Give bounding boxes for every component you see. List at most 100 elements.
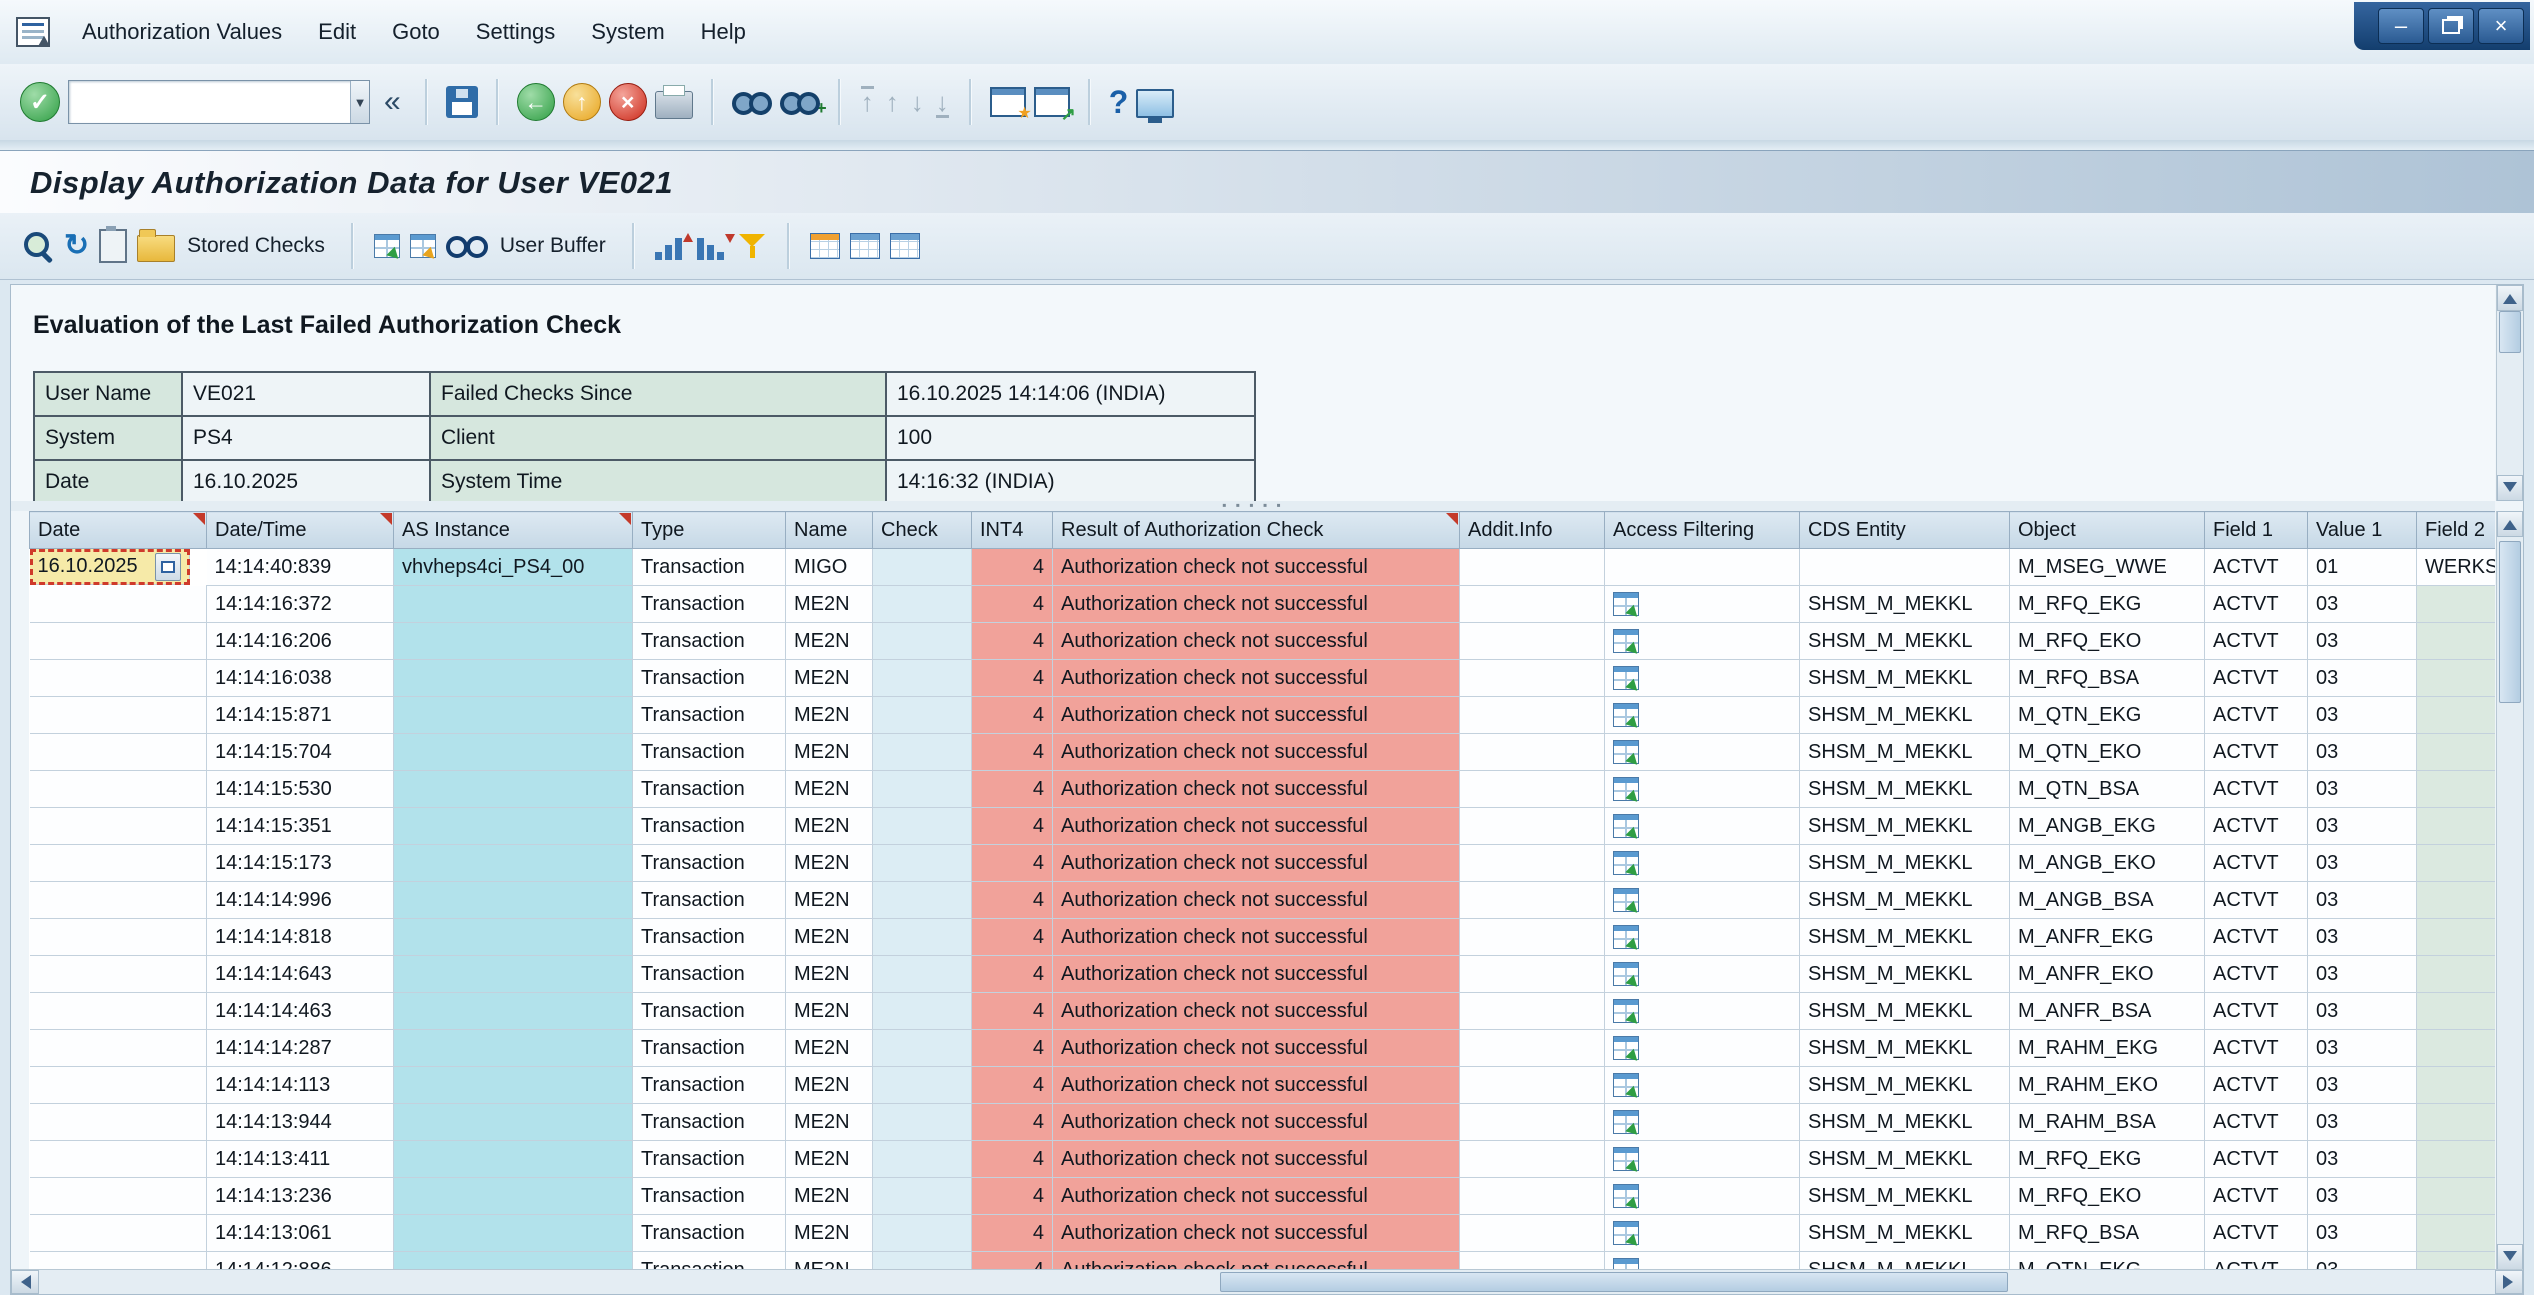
cell-addit[interactable] (1460, 734, 1605, 771)
cell-cds[interactable]: SHSM_M_MEKKL (1800, 734, 2010, 771)
grid-row[interactable]: 14:14:13:061TransactionME2N4Authorizatio… (30, 1215, 2496, 1252)
cell-type[interactable]: Transaction (633, 845, 786, 882)
choose-detail-icon[interactable] (22, 230, 54, 262)
cell-time[interactable]: 14:14:15:351 (207, 808, 394, 845)
cell-result[interactable]: Authorization check not successful (1053, 845, 1460, 882)
minimize-button[interactable]: – (2378, 8, 2424, 44)
cell-check[interactable] (873, 1141, 972, 1178)
cell-access[interactable] (1605, 1252, 1800, 1271)
cell-type[interactable]: Transaction (633, 623, 786, 660)
cell-addit[interactable] (1460, 919, 1605, 956)
cell-value1[interactable]: 03 (2308, 771, 2417, 808)
cell-type[interactable]: Transaction (633, 586, 786, 623)
cell-addit[interactable] (1460, 1141, 1605, 1178)
access-filtering-icon[interactable] (1613, 925, 1639, 949)
cell-field1[interactable]: ACTVT (2205, 660, 2308, 697)
access-filtering-icon[interactable] (1613, 851, 1639, 875)
menu-item-edit[interactable]: Edit (300, 11, 374, 53)
grid-row[interactable]: 14:14:13:411TransactionME2N4Authorizatio… (30, 1141, 2496, 1178)
cell-field1[interactable]: ACTVT (2205, 956, 2308, 993)
cell-field1[interactable]: ACTVT (2205, 586, 2308, 623)
cell-name[interactable]: ME2N (786, 734, 873, 771)
cell-object[interactable]: M_ANFR_EKG (2010, 919, 2205, 956)
access-filtering-icon[interactable] (1613, 703, 1639, 727)
cell-cds[interactable]: SHSM_M_MEKKL (1800, 771, 2010, 808)
cell-instance[interactable] (394, 771, 633, 808)
cell-value1[interactable]: 03 (2308, 956, 2417, 993)
user-buffer-icon[interactable] (446, 234, 488, 258)
cell-name[interactable]: ME2N (786, 771, 873, 808)
column-header-time[interactable]: Date/Time (207, 512, 394, 549)
cell-access[interactable] (1605, 660, 1800, 697)
cell-int4[interactable]: 4 (972, 734, 1053, 771)
access-filtering-icon[interactable] (1613, 1184, 1639, 1208)
grid-row[interactable]: 14:14:14:463TransactionME2N4Authorizatio… (30, 993, 2496, 1030)
cell-field1[interactable]: ACTVT (2205, 549, 2308, 586)
cell-access[interactable] (1605, 697, 1800, 734)
cell-addit[interactable] (1460, 586, 1605, 623)
cell-access[interactable] (1605, 771, 1800, 808)
cell-detail-button[interactable] (155, 553, 181, 581)
cell-addit[interactable] (1460, 697, 1605, 734)
cell-cds[interactable]: SHSM_M_MEKKL (1800, 1252, 2010, 1271)
cell-check[interactable] (873, 1104, 972, 1141)
copy-icon[interactable] (99, 229, 127, 263)
cell-result[interactable]: Authorization check not successful (1053, 1067, 1460, 1104)
transfer-icon[interactable] (410, 234, 436, 258)
help-icon[interactable]: ? (1109, 84, 1129, 121)
cell-addit[interactable] (1460, 956, 1605, 993)
cell-field1[interactable]: ACTVT (2205, 919, 2308, 956)
cell-field1[interactable]: ACTVT (2205, 993, 2308, 1030)
cell-check[interactable] (873, 808, 972, 845)
cell-field2[interactable] (2417, 623, 2496, 660)
cell-name[interactable]: ME2N (786, 919, 873, 956)
access-filtering-icon[interactable] (1613, 592, 1639, 616)
collapse-toolbar-icon[interactable]: « (378, 85, 407, 119)
cell-cds[interactable]: SHSM_M_MEKKL (1800, 1178, 2010, 1215)
restore-button[interactable] (2428, 8, 2474, 44)
column-header-instance[interactable]: AS Instance (394, 512, 633, 549)
grid-row[interactable]: 14:14:15:871TransactionME2N4Authorizatio… (30, 697, 2496, 734)
cell-result[interactable]: Authorization check not successful (1053, 1215, 1460, 1252)
cell-addit[interactable] (1460, 623, 1605, 660)
cell-object[interactable]: M_QTN_EKG (2010, 1252, 2205, 1271)
scroll-left-icon[interactable] (11, 1270, 39, 1294)
grid-row[interactable]: 14:14:12:886TransactionME2N4Authorizatio… (30, 1252, 2496, 1271)
cell-value1[interactable]: 03 (2308, 845, 2417, 882)
grid-row[interactable]: 14:14:14:996TransactionME2N4Authorizatio… (30, 882, 2496, 919)
cell-object[interactable]: M_RFQ_EKG (2010, 1141, 2205, 1178)
scroll-down-icon[interactable] (2497, 1244, 2523, 1270)
cell-access[interactable] (1605, 623, 1800, 660)
cell-addit[interactable] (1460, 1030, 1605, 1067)
cell-addit[interactable] (1460, 808, 1605, 845)
cell-name[interactable]: ME2N (786, 697, 873, 734)
cell-int4[interactable]: 4 (972, 845, 1053, 882)
print-icon[interactable] (655, 91, 693, 119)
cell-result[interactable]: Authorization check not successful (1053, 808, 1460, 845)
cell-time[interactable]: 14:14:14:463 (207, 993, 394, 1030)
cell-cds[interactable]: SHSM_M_MEKKL (1800, 623, 2010, 660)
cell-check[interactable] (873, 882, 972, 919)
cell-addit[interactable] (1460, 660, 1605, 697)
cell-type[interactable]: Transaction (633, 549, 786, 586)
cell-access[interactable] (1605, 1104, 1800, 1141)
export-icon[interactable] (374, 234, 400, 258)
cell-time[interactable]: 14:14:13:236 (207, 1178, 394, 1215)
cell-check[interactable] (873, 1178, 972, 1215)
cell-time[interactable]: 14:14:13:944 (207, 1104, 394, 1141)
grid-row[interactable]: 14:14:13:236TransactionME2N4Authorizatio… (30, 1178, 2496, 1215)
cell-object[interactable]: M_QTN_BSA (2010, 771, 2205, 808)
cell-int4[interactable]: 4 (972, 1067, 1053, 1104)
cell-type[interactable]: Transaction (633, 1141, 786, 1178)
cell-value1[interactable]: 03 (2308, 734, 2417, 771)
cell-value1[interactable]: 03 (2308, 660, 2417, 697)
cell-result[interactable]: Authorization check not successful (1053, 1178, 1460, 1215)
grid-row[interactable]: 16.10.202514:14:40:839vhvheps4ci_PS4_00T… (30, 549, 2496, 586)
access-filtering-icon[interactable] (1613, 777, 1639, 801)
cell-int4[interactable]: 4 (972, 919, 1053, 956)
cell-check[interactable] (873, 919, 972, 956)
find-icon[interactable] (732, 89, 772, 115)
grid-row[interactable]: 14:14:13:944TransactionME2N4Authorizatio… (30, 1104, 2496, 1141)
access-filtering-icon[interactable] (1613, 629, 1639, 653)
cell-type[interactable]: Transaction (633, 882, 786, 919)
